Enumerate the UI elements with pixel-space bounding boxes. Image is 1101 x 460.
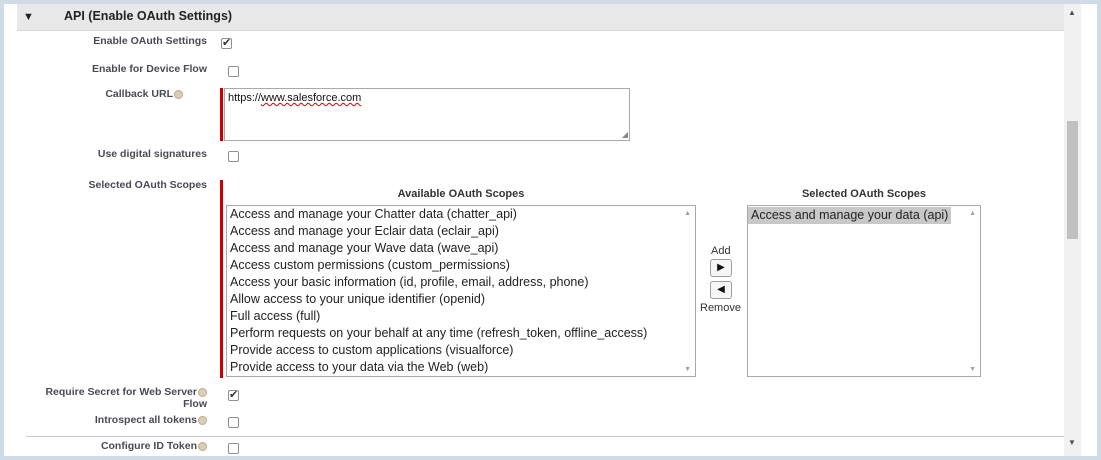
introspect-checkbox[interactable] xyxy=(228,417,239,428)
list-item[interactable]: Allow access to your unique identifier (… xyxy=(227,291,695,308)
add-button[interactable]: ▶ xyxy=(710,259,732,277)
remove-button[interactable]: ◀ xyxy=(710,281,732,299)
digital-signatures-label: Use digital signatures xyxy=(97,148,207,160)
list-item[interactable]: Provide access to your data via the Web … xyxy=(227,359,695,376)
scroll-up-icon[interactable]: ▲ xyxy=(1068,8,1076,17)
list-item[interactable]: Perform requests on your behalf at any t… xyxy=(227,325,695,342)
enable-oauth-checkbox[interactable]: ✔ xyxy=(221,38,232,49)
scroll-down-icon[interactable]: ▼ xyxy=(969,366,976,373)
list-item[interactable]: Access and manage your Chatter data (cha… xyxy=(227,206,695,223)
available-scopes-list[interactable]: Access and manage your Chatter data (cha… xyxy=(226,205,696,377)
callback-url-prefix: https:// xyxy=(228,92,262,104)
device-flow-checkbox[interactable] xyxy=(228,66,239,77)
configure-id-token-label: Configure ID Token xyxy=(101,440,207,452)
list-item[interactable]: Provide access to custom applications (v… xyxy=(227,342,695,359)
collapse-triangle-icon[interactable]: ▼ xyxy=(23,10,34,24)
scroll-up-icon[interactable]: ▲ xyxy=(969,210,976,217)
required-indicator xyxy=(220,88,223,141)
help-icon[interactable] xyxy=(198,415,207,425)
scroll-down-icon[interactable]: ▼ xyxy=(684,366,691,373)
introspect-label: Introspect all tokens xyxy=(95,414,207,426)
require-secret-label: Require Secret for Web Server Flow xyxy=(45,386,207,410)
require-secret-checkbox[interactable]: ✔ xyxy=(228,390,239,401)
available-scopes-heading: Available OAuth Scopes xyxy=(397,188,525,200)
list-item[interactable]: Full access (full) xyxy=(227,308,695,325)
add-label: Add xyxy=(711,245,731,257)
list-item[interactable]: Access and manage your data (api) xyxy=(748,207,952,224)
list-item[interactable]: Access and manage your Eclair data (ecla… xyxy=(227,223,695,240)
selected-scopes-list[interactable]: Access and manage your data (api) ▲ ▼ xyxy=(747,205,981,377)
help-icon[interactable] xyxy=(198,387,207,397)
help-icon[interactable] xyxy=(174,89,183,99)
required-indicator xyxy=(220,180,223,378)
callback-url-label: Callback URL xyxy=(105,88,183,100)
digital-signatures-checkbox[interactable] xyxy=(228,151,239,162)
add-arrow-icon: ▶ xyxy=(717,262,725,273)
section-title: API (Enable OAuth Settings) xyxy=(64,9,233,23)
scroll-down-icon[interactable]: ▼ xyxy=(1068,438,1076,447)
device-flow-label: Enable for Device Flow xyxy=(92,63,207,75)
selected-scopes-heading: Selected OAuth Scopes xyxy=(801,188,927,200)
list-item[interactable]: Access and manage your Wave data (wave_a… xyxy=(227,240,695,257)
list-item[interactable]: Access custom permissions (custom_permis… xyxy=(227,257,695,274)
remove-arrow-icon: ◀ xyxy=(717,284,725,295)
callback-url-input[interactable]: https://www.salesforce.com ◢ xyxy=(224,88,630,141)
app-frame: ▼ API (Enable OAuth Settings) Enable OAu… xyxy=(4,4,1097,456)
divider xyxy=(26,436,1064,437)
scrollbar-thumb[interactable] xyxy=(1067,121,1078,239)
oauth-settings-panel: ▼ API (Enable OAuth Settings) Enable OAu… xyxy=(4,4,1064,456)
help-icon[interactable] xyxy=(198,441,207,451)
section-header[interactable]: ▼ API (Enable OAuth Settings) xyxy=(17,4,1064,31)
list-item[interactable]: Access your basic information (id, profi… xyxy=(227,274,695,291)
page-scrollbar[interactable]: ▲ ▼ xyxy=(1064,4,1081,456)
resize-grip-icon[interactable]: ◢ xyxy=(622,131,628,139)
remove-label: Remove xyxy=(700,302,741,314)
selected-scopes-label: Selected OAuth Scopes xyxy=(88,179,207,191)
scroll-up-icon[interactable]: ▲ xyxy=(684,210,691,217)
enable-oauth-label: Enable OAuth Settings xyxy=(93,35,207,47)
callback-url-domain: www.salesforce.com xyxy=(261,92,362,104)
configure-id-token-checkbox[interactable] xyxy=(228,443,239,454)
